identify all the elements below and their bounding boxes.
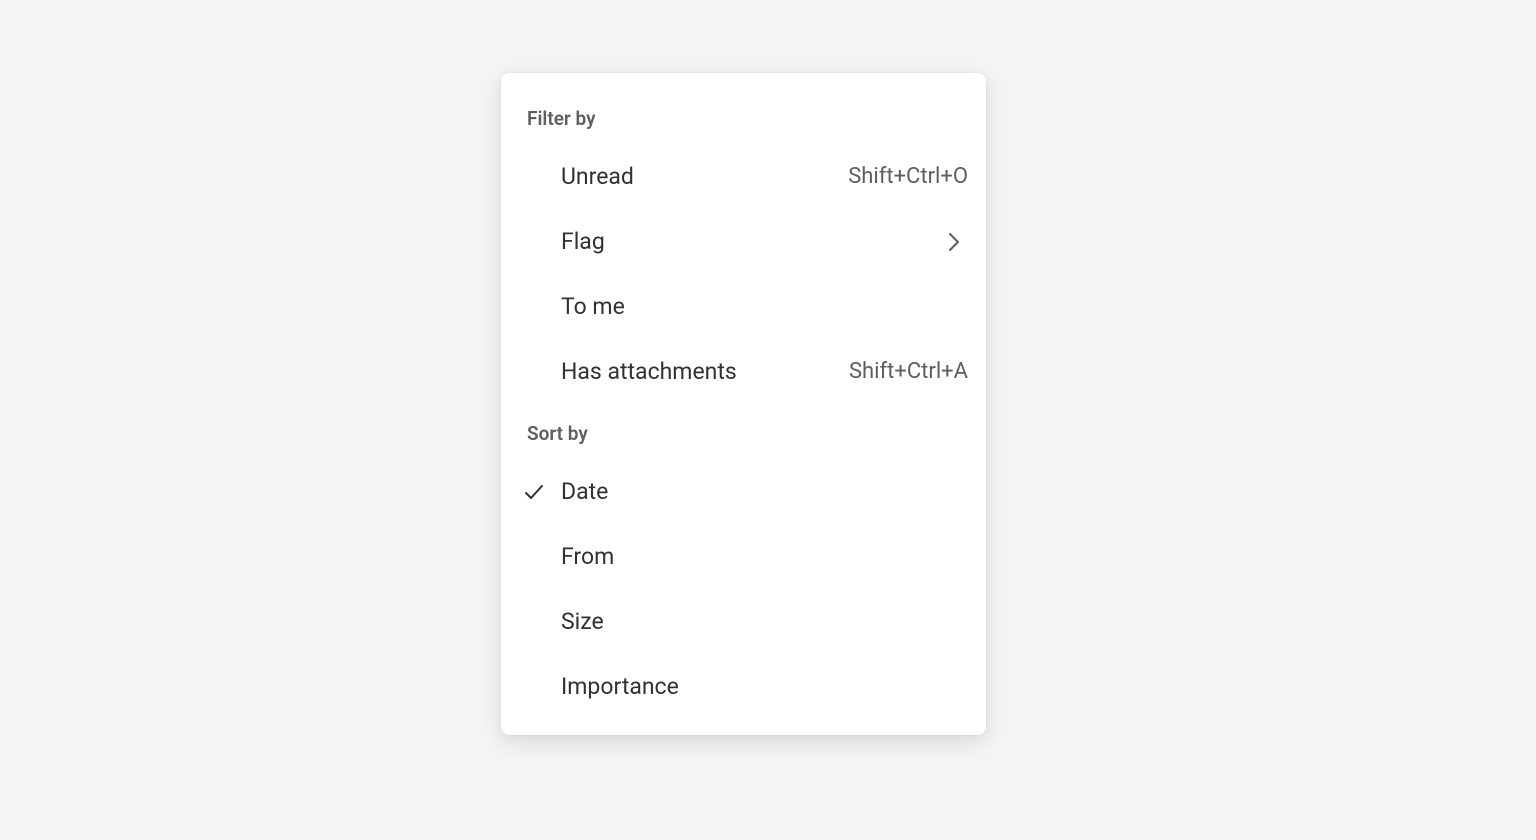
keyboard-shortcut: Shift+Ctrl+O (848, 164, 968, 189)
chevron-right-icon (940, 231, 968, 253)
menu-item-label: To me (561, 293, 968, 320)
menu-item-label: Has attachments (561, 358, 837, 385)
filter-flag[interactable]: Flag (501, 209, 986, 274)
menu-item-label: From (561, 543, 968, 570)
sort-importance[interactable]: Importance (501, 654, 986, 719)
menu-item-label: Importance (561, 673, 968, 700)
keyboard-shortcut: Shift+Ctrl+A (849, 359, 968, 384)
filter-has-attachments[interactable]: Has attachments Shift+Ctrl+A (501, 339, 986, 404)
checkmark-icon (523, 481, 561, 503)
filter-sort-menu: Filter by Unread Shift+Ctrl+O Flag To me… (501, 73, 986, 735)
menu-item-label: Unread (561, 163, 836, 190)
sort-size[interactable]: Size (501, 589, 986, 654)
menu-item-label: Size (561, 608, 968, 635)
menu-item-label: Flag (561, 228, 940, 255)
sort-from[interactable]: From (501, 524, 986, 589)
sort-by-header: Sort by (501, 404, 986, 459)
filter-unread[interactable]: Unread Shift+Ctrl+O (501, 144, 986, 209)
menu-item-label: Date (561, 478, 968, 505)
filter-to-me[interactable]: To me (501, 274, 986, 339)
sort-date[interactable]: Date (501, 459, 986, 524)
filter-by-header: Filter by (501, 89, 986, 144)
